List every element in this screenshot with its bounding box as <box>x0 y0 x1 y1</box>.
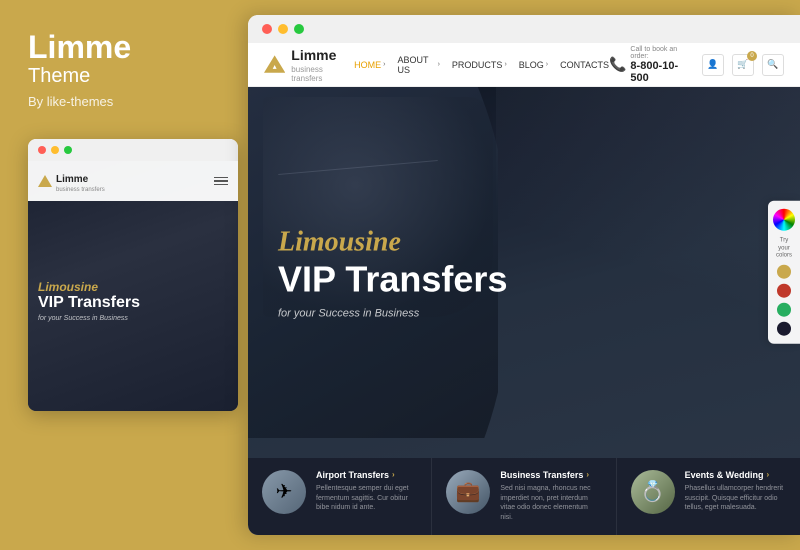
cart-button[interactable]: 🛒 0 <box>732 54 754 76</box>
hero-text: Limousine VIP Transfers for your Success… <box>278 226 507 319</box>
nav-icons: 👤 🛒 0 🔍 <box>702 54 784 76</box>
feature-events-img: 💍 <box>631 470 675 514</box>
mini-bg: Limme business transfers Limousine V <box>28 161 238 411</box>
color-swatch-green[interactable] <box>777 303 791 317</box>
site-nav: Limme business transfers HOME › ABOUT US… <box>248 43 800 87</box>
nav-chevron-home: › <box>383 61 385 68</box>
feature-events-icon: 💍 <box>631 470 675 514</box>
mini-ham-line <box>214 180 228 182</box>
color-swatch-gold[interactable] <box>777 265 791 279</box>
hero-title-white: VIP Transfers <box>278 259 507 299</box>
mini-browser-mockup: Limme business transfers Limousine V <box>28 139 238 411</box>
theme-subtitle: Theme <box>28 65 228 88</box>
color-swatch-dark[interactable] <box>777 322 791 336</box>
site-nav-links: HOME › ABOUT US › PRODUCTS › BLOG › CONT… <box>354 55 609 75</box>
mini-hero-title2: VIP Transfers <box>38 294 228 312</box>
feature-events-arrow: › <box>767 470 770 479</box>
browser-dot-red <box>262 24 272 34</box>
browser-dot-green <box>294 24 304 34</box>
plane-bg <box>496 87 800 458</box>
feature-business: 💼 Business Transfers › Sed nisi magna, r… <box>432 458 616 535</box>
feature-airport-text: Airport Transfers › Pellentesque semper … <box>316 470 417 513</box>
feature-business-arrow: › <box>586 470 589 479</box>
mini-hero: Limousine VIP Transfers for your Success… <box>28 191 238 411</box>
browser-dot-yellow <box>278 24 288 34</box>
feature-business-text: Business Transfers › Sed nisi magna, rho… <box>500 470 601 523</box>
theme-title: Limme <box>28 30 228 65</box>
website-content: Limme business transfers HOME › ABOUT US… <box>248 43 800 535</box>
mini-hero-title1: Limousine <box>38 280 228 294</box>
browser-bar <box>248 15 800 43</box>
feature-events-title: Events & Wedding › <box>685 470 786 480</box>
nav-phone: 📞 Call to book an order: 8-800-10-500 <box>609 46 692 84</box>
nav-chevron-products: › <box>504 61 506 68</box>
phone-icon: 📞 <box>609 56 626 73</box>
account-button[interactable]: 👤 <box>702 54 724 76</box>
mini-logo: Limme business transfers <box>38 169 105 193</box>
feature-business-img: 💼 <box>446 470 490 514</box>
nav-link-about[interactable]: ABOUT US › <box>398 55 440 75</box>
main-preview: Limme business transfers HOME › ABOUT US… <box>248 15 800 535</box>
hero-section: Limousine VIP Transfers for your Success… <box>248 87 800 458</box>
mini-dot-green <box>64 146 72 154</box>
hero-subtitle: for your Success in Business <box>278 307 507 319</box>
hero-bg: Limousine VIP Transfers for your Success… <box>248 87 800 458</box>
feature-business-title: Business Transfers › <box>500 470 601 480</box>
hero-title-gold: Limousine <box>278 226 507 260</box>
nav-link-contacts[interactable]: CONTACTS <box>560 60 609 70</box>
mini-browser-bar <box>28 139 238 161</box>
feature-events: 💍 Events & Wedding › Phasellus ullamcorp… <box>617 458 800 535</box>
nav-chevron-about: › <box>438 61 440 68</box>
feature-airport-icon: ✈ <box>262 470 306 514</box>
mini-dot-red <box>38 146 46 154</box>
feature-business-icon: 💼 <box>446 470 490 514</box>
left-panel: Limme Theme By like-themes <box>0 0 248 550</box>
nav-link-blog[interactable]: BLOG › <box>519 60 548 70</box>
feature-events-text: Events & Wedding › Phasellus ullamcorper… <box>685 470 786 513</box>
nav-link-products[interactable]: PRODUCTS › <box>452 60 507 70</box>
mini-logo-icon <box>38 175 52 187</box>
feature-events-desc: Phasellus ullamcorper hendrerit suscipit… <box>685 484 786 513</box>
color-panel: Tryyourcolors <box>768 201 800 344</box>
mini-logo-sub: business transfers <box>56 187 105 193</box>
feature-airport-img: ✈ <box>262 470 306 514</box>
feature-business-desc: Sed nisi magna, rhoncus nec imperdiet no… <box>500 484 601 523</box>
features-bar: ✈ Airport Transfers › Pellentesque sempe… <box>248 458 800 535</box>
color-panel-label: Tryyourcolors <box>776 238 792 260</box>
mini-hamburger[interactable] <box>214 177 228 186</box>
mini-hero-sub: for your Success in Business <box>38 315 228 322</box>
site-logo-sub: business transfers <box>291 65 354 83</box>
nav-chevron-blog: › <box>546 61 548 68</box>
search-button[interactable]: 🔍 <box>762 54 784 76</box>
color-swatch-red[interactable] <box>777 284 791 298</box>
theme-author: By like-themes <box>28 94 228 109</box>
feature-airport-title: Airport Transfers › <box>316 470 417 480</box>
site-logo-icon <box>264 55 285 75</box>
feature-airport: ✈ Airport Transfers › Pellentesque sempe… <box>248 458 432 535</box>
mini-nav: Limme business transfers <box>28 161 238 201</box>
mini-ham-line <box>214 177 228 179</box>
mini-logo-text: Limme <box>56 174 88 185</box>
site-logo-text: Limme <box>291 47 336 63</box>
cart-badge: 0 <box>747 51 757 61</box>
feature-airport-desc: Pellentesque semper dui eget fermentum s… <box>316 484 417 513</box>
feature-airport-arrow: › <box>392 470 395 479</box>
mini-dot-yellow <box>51 146 59 154</box>
mini-content: Limme business transfers Limousine V <box>28 161 238 411</box>
site-logo: Limme business transfers <box>264 47 354 83</box>
mini-ham-line <box>214 184 228 186</box>
color-wheel-icon <box>773 209 795 231</box>
nav-link-home[interactable]: HOME › <box>354 60 385 70</box>
